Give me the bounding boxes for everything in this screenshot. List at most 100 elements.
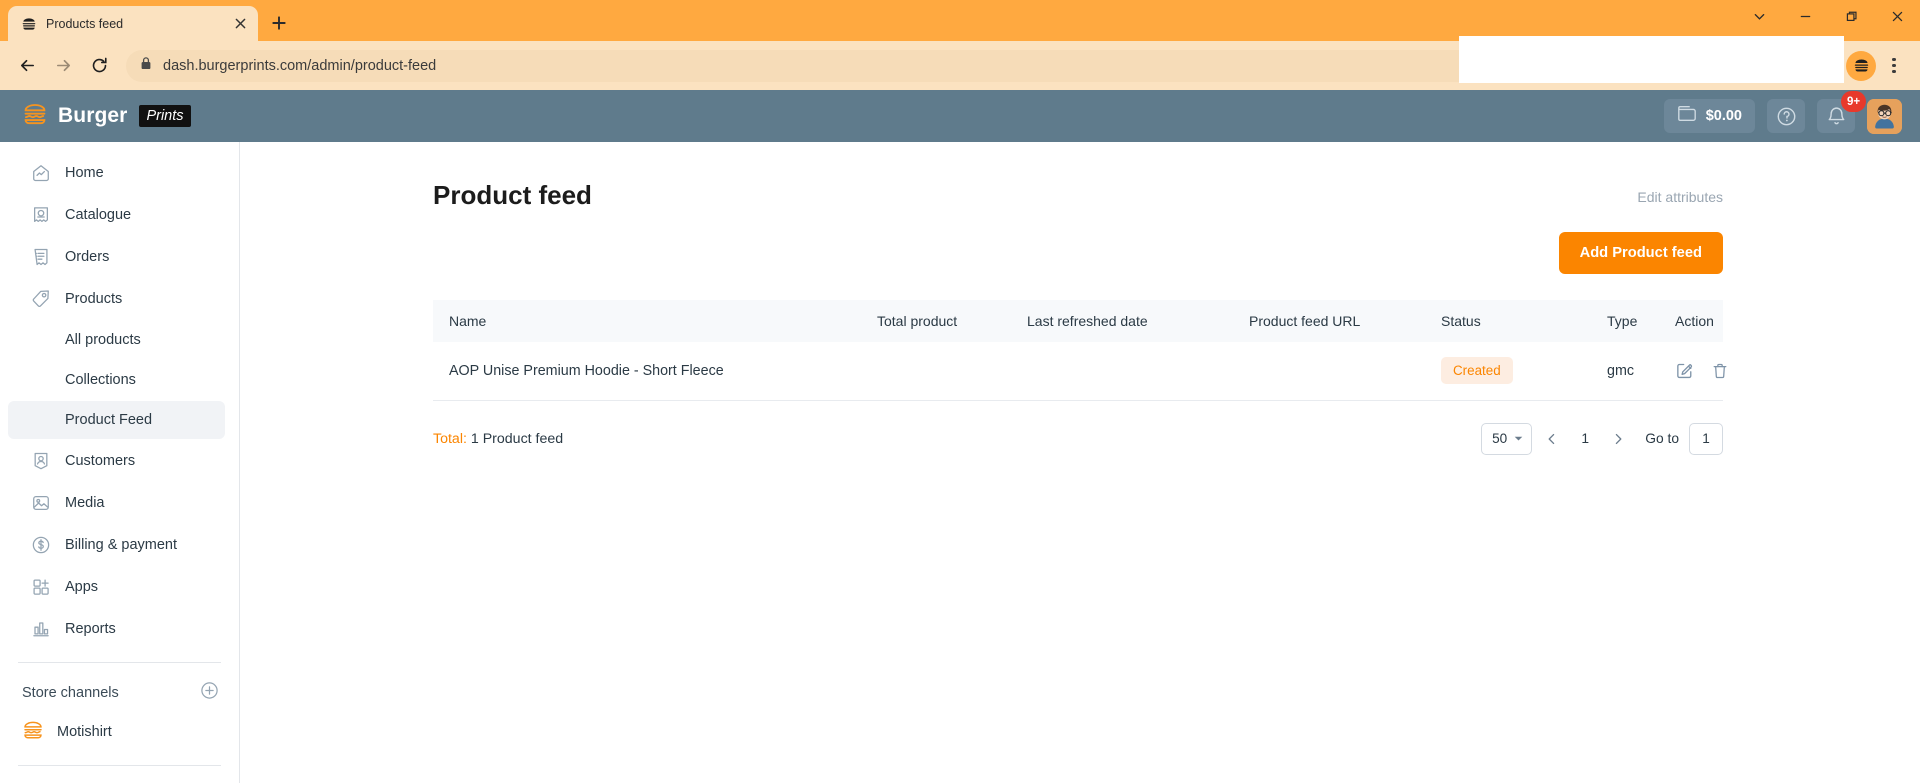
chrome-menu-icon[interactable] <box>1878 49 1910 83</box>
add-channel-icon[interactable] <box>200 681 219 705</box>
sidebar-divider-bottom <box>18 765 221 766</box>
apps-icon <box>30 577 51 598</box>
sidebar-item-label: Catalogue <box>65 207 132 223</box>
sidebar-channel-motishirt[interactable]: Motishirt <box>0 711 239 753</box>
maximize-icon[interactable] <box>1828 0 1874 33</box>
sidebar-item-label: Reports <box>65 621 116 637</box>
wallet-amount: $0.00 <box>1705 108 1742 124</box>
browser-tab[interactable]: Products feed <box>8 6 258 41</box>
sidebar-item-billing-payment[interactable]: Billing & payment <box>8 525 225 565</box>
column-header-status: Status <box>1433 300 1599 342</box>
forward-button[interactable] <box>46 49 80 83</box>
address-bar-url: dash.burgerprints.com/admin/product-feed <box>163 57 437 74</box>
app-body: Home Catalogue Orders Products All produ… <box>0 142 1920 783</box>
sidebar-item-apps[interactable]: Apps <box>8 567 225 607</box>
sidebar-item-label: Billing & payment <box>65 537 178 553</box>
notifications-button[interactable]: 9+ <box>1817 91 1866 133</box>
reload-button[interactable] <box>82 49 116 83</box>
column-header-total: Total product <box>869 300 1019 342</box>
orders-icon <box>30 247 51 268</box>
burgerprints-extension-icon[interactable] <box>1846 50 1876 81</box>
window-controls <box>1736 0 1920 33</box>
store-channels-header: Store channels <box>0 675 239 711</box>
page-size-select[interactable]: 50 <box>1481 422 1533 455</box>
main-content: Product feed Edit attributes Add Product… <box>240 142 1920 783</box>
page-header: Product feed Edit attributes <box>433 180 1723 211</box>
sidebar-item-reports[interactable]: Reports <box>8 609 225 649</box>
products-tag-icon <box>30 289 51 310</box>
column-header-date: Last refreshed date <box>1019 300 1241 342</box>
sidebar-item-products[interactable]: Products <box>8 279 225 319</box>
next-page-button[interactable] <box>1603 424 1633 454</box>
app-header: Burger Prints $0.00 9+ <box>0 90 1920 142</box>
table-row[interactable]: AOP Unise Premium Hoodie - Short Fleece … <box>433 342 1727 401</box>
column-header-name: Name <box>433 300 869 342</box>
sidebar-subitem-label: All products <box>65 332 141 348</box>
pagination-bar: Total: 1 Product feed 50 1 Go to 1 <box>433 422 1723 455</box>
close-tab-icon[interactable] <box>230 14 250 34</box>
sidebar-item-catalogue[interactable]: Catalogue <box>8 195 225 235</box>
sidebar-item-label: Orders <box>65 249 110 265</box>
minimize-icon[interactable] <box>1782 0 1828 33</box>
wallet-button[interactable]: $0.00 <box>1663 99 1755 133</box>
edit-icon[interactable] <box>1675 361 1694 381</box>
edit-attributes-link[interactable]: Edit attributes <box>1637 180 1723 205</box>
new-tab-button[interactable] <box>264 8 294 38</box>
burger-favicon-icon <box>20 15 37 32</box>
brand-name: Burger <box>58 104 128 127</box>
sidebar-subitem-label: Product Feed <box>65 412 153 428</box>
chevron-down-icon[interactable] <box>1736 0 1782 33</box>
sidebar-item-label: Products <box>65 291 123 307</box>
sidebar-item-all-products[interactable]: All products <box>8 321 225 359</box>
table-header: Name Total product Last refreshed date P… <box>433 300 1723 342</box>
cell-product-feed-url <box>1241 342 1433 401</box>
app-container: Burger Prints $0.00 9+ Home Catalogue Or… <box>0 90 1920 783</box>
prev-page-button[interactable] <box>1537 424 1567 454</box>
sidebar-item-orders[interactable]: Orders <box>8 237 225 277</box>
sidebar-item-media[interactable]: Media <box>8 483 225 523</box>
sidebar-item-collections[interactable]: Collections <box>8 361 225 399</box>
goto-page-input[interactable] <box>1689 422 1723 455</box>
cell-name: AOP Unise Premium Hoodie - Short Fleece <box>433 342 869 401</box>
help-button[interactable] <box>1767 99 1805 133</box>
pagination-controls: 50 1 Go to 1 <box>1481 422 1723 455</box>
back-button[interactable] <box>10 49 44 83</box>
cell-action <box>1667 342 1727 401</box>
total-count-text: Total: 1 Product feed <box>433 431 563 447</box>
cell-total-product <box>869 342 1019 401</box>
sidebar-item-label: Media <box>65 495 105 511</box>
sidebar-item-setting[interactable]: Setting <box>8 778 225 783</box>
reports-icon <box>30 619 51 640</box>
current-page-number[interactable]: 1 <box>1572 431 1598 446</box>
store-channels-title: Store channels <box>22 685 119 701</box>
goto-label: Go to <box>1645 431 1679 446</box>
sidebar: Home Catalogue Orders Products All produ… <box>0 142 240 783</box>
add-product-feed-button[interactable]: Add Product feed <box>1558 232 1723 274</box>
close-window-icon[interactable] <box>1874 0 1920 33</box>
billing-icon <box>30 535 51 556</box>
burger-logo-icon <box>22 101 48 132</box>
avatar[interactable] <box>1867 98 1902 134</box>
extension-popup-overlay <box>1459 36 1844 83</box>
brand-logo[interactable]: Burger Prints <box>22 101 191 132</box>
status-badge: Created <box>1441 357 1513 385</box>
media-icon <box>30 493 51 514</box>
table-header-row: Name Total product Last refreshed date P… <box>433 300 1723 342</box>
chevron-down-icon <box>1514 431 1523 446</box>
sidebar-item-product-feed[interactable]: Product Feed <box>8 401 225 439</box>
header-actions: $0.00 9+ <box>1663 91 1902 134</box>
total-value: 1 Product feed <box>470 430 564 447</box>
sidebar-item-home[interactable]: Home <box>8 153 225 193</box>
brand-badge: Prints <box>139 105 191 127</box>
page-actions: Add Product feed <box>433 232 1723 274</box>
column-header-action: Action <box>1667 300 1723 342</box>
page-size-value: 50 <box>1492 431 1508 446</box>
trash-icon[interactable] <box>1711 361 1729 381</box>
column-header-url: Product feed URL <box>1241 300 1433 342</box>
total-label: Total: <box>433 430 467 447</box>
notification-badge: 9+ <box>1841 91 1866 112</box>
browser-tab-title: Products feed <box>46 16 124 31</box>
sidebar-footer: Setting <box>0 753 239 783</box>
sidebar-item-customers[interactable]: Customers <box>8 441 225 481</box>
page-title: Product feed <box>433 180 592 210</box>
